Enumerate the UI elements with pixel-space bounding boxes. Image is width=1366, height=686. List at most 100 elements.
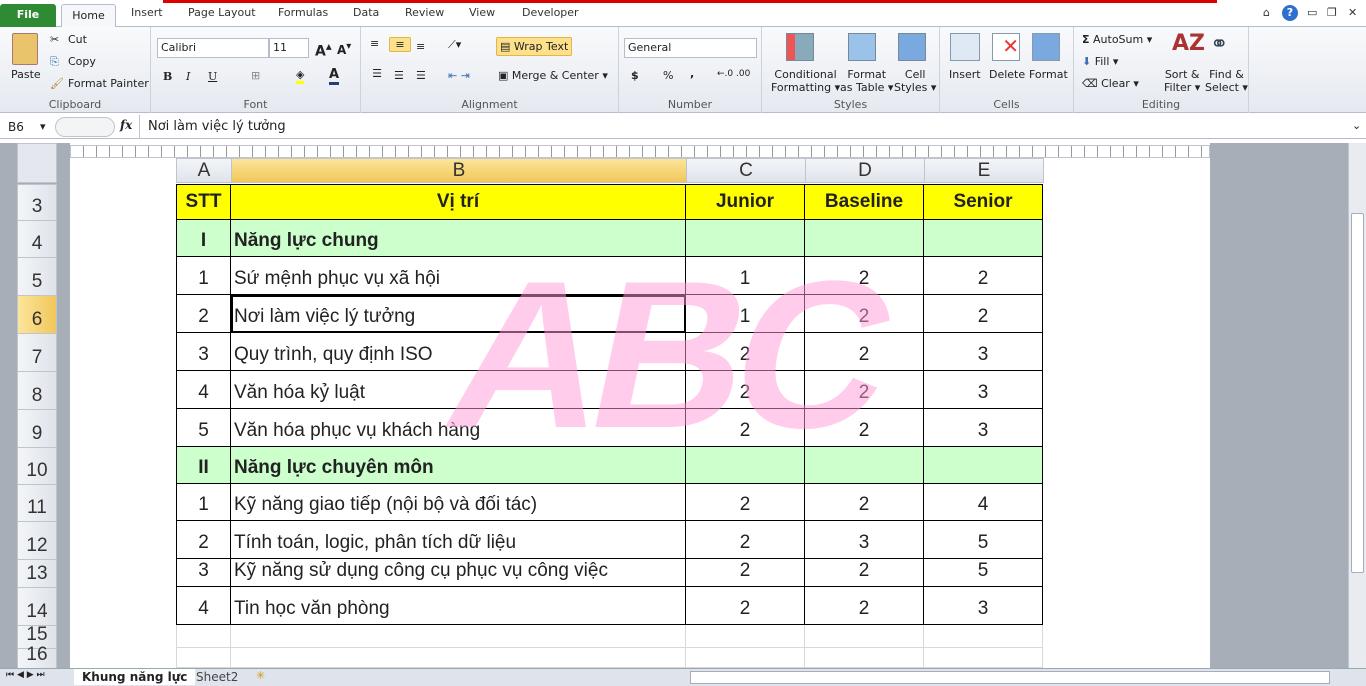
tab-review[interactable]: Review (405, 6, 444, 19)
name-box-dropdown-icon[interactable]: ▾ (40, 120, 46, 133)
select-all-button[interactable] (17, 143, 57, 183)
cell-c14[interactable]: 2 (686, 587, 805, 625)
column-header-b[interactable]: B (231, 158, 687, 183)
fill-button[interactable]: ⬇ Fill ▾ (1082, 55, 1118, 68)
row-header-7[interactable]: 7 (17, 333, 57, 372)
cell-a16[interactable] (176, 648, 231, 668)
cell-b4[interactable]: Năng lực chung (231, 220, 686, 257)
cell-d8[interactable]: 2 (805, 371, 924, 409)
align-top-icon[interactable]: ≡ (370, 37, 379, 50)
align-left-icon[interactable]: ☰ (365, 67, 389, 89)
row-header-11[interactable]: 11 (17, 484, 57, 522)
grow-font-icon[interactable]: A▴ (315, 39, 332, 60)
tab-view[interactable]: View (469, 6, 495, 19)
cell-a11[interactable]: 1 (176, 484, 231, 521)
cell-a14[interactable]: 4 (176, 587, 231, 625)
tab-insert[interactable]: Insert (131, 6, 163, 19)
cell-b7[interactable]: Quy trình, quy định ISO (231, 333, 686, 371)
cell-c8[interactable]: 2 (686, 371, 805, 409)
cell-d15[interactable] (805, 625, 924, 648)
close-window-icon[interactable]: ✕ (1348, 6, 1357, 19)
cell-d5[interactable]: 2 (805, 257, 924, 295)
sheet-tab-khung-nang-luc[interactable]: Khung năng lực (74, 669, 196, 685)
cell-b10[interactable]: Năng lực chuyên môn (231, 447, 686, 484)
vertical-scrollbar[interactable] (1348, 143, 1366, 668)
formula-input[interactable]: Nơi làm việc lý tưởng (139, 115, 1348, 139)
active-cell-b6[interactable]: Nơi làm việc lý tưởng (231, 295, 686, 333)
sort-filter-button[interactable]: Sort & Filter ▾ (1164, 68, 1200, 94)
format-as-table-icon[interactable] (848, 33, 876, 61)
column-header-d[interactable]: D (805, 158, 925, 183)
cell-d10[interactable] (805, 447, 924, 484)
cell-styles-icon[interactable] (898, 33, 926, 61)
cell-d6[interactable]: 2 (805, 295, 924, 333)
expand-formula-bar-icon[interactable]: ⌄ (1352, 119, 1361, 132)
cell-e15[interactable] (924, 625, 1043, 648)
cell-b3[interactable]: Vị trí (231, 184, 686, 220)
align-middle-icon[interactable]: ≡ (389, 37, 411, 52)
cell-b11[interactable]: Kỹ năng giao tiếp (nội bộ và đối tác) (231, 484, 686, 521)
cell-a7[interactable]: 3 (176, 333, 231, 371)
align-center-icon[interactable]: ☰ (394, 69, 404, 82)
cell-e14[interactable]: 3 (924, 587, 1043, 625)
tab-formulas[interactable]: Formulas (278, 6, 328, 19)
cell-b16[interactable] (231, 648, 686, 668)
cell-c13[interactable]: 2 (686, 559, 805, 587)
cell-b8[interactable]: Văn hóa kỷ luật (231, 371, 686, 409)
font-name-select[interactable]: Calibri (157, 38, 269, 58)
cell-e6[interactable]: 2 (924, 295, 1043, 333)
cell-d3[interactable]: Baseline (805, 184, 924, 220)
orientation-icon[interactable]: ⟋▾ (448, 38, 461, 52)
column-header-e[interactable]: E (924, 158, 1044, 183)
tab-file[interactable]: File (0, 4, 56, 27)
format-button[interactable]: Format (1029, 68, 1068, 81)
format-painter-icon[interactable]: 🖌 (50, 77, 64, 90)
insert-function-button[interactable]: fx (120, 118, 132, 132)
cell-a10[interactable]: II (176, 447, 231, 484)
borders-icon[interactable]: ⊞ (251, 69, 260, 82)
number-format-select[interactable]: General (624, 38, 757, 58)
formula-bar-handle[interactable] (55, 117, 115, 137)
cell-d9[interactable]: 2 (805, 409, 924, 447)
cell-b5[interactable]: Sứ mệnh phục vụ xã hội (231, 257, 686, 295)
wrap-text-button[interactable]: ▤ Wrap Text (496, 37, 573, 56)
cell-b14[interactable]: Tin học văn phòng (231, 587, 686, 625)
minimize-window-icon[interactable]: ▭ (1307, 6, 1317, 19)
fill-color-icon[interactable]: ◈ (296, 68, 305, 84)
insert-cells-icon[interactable] (950, 33, 980, 61)
bold-button[interactable]: B (163, 70, 172, 83)
clear-button[interactable]: ⌫ Clear ▾ (1082, 77, 1139, 90)
binoculars-icon[interactable]: ⚭ (1210, 32, 1228, 57)
shrink-font-icon[interactable]: A▾ (337, 41, 351, 57)
cell-c11[interactable]: 2 (686, 484, 805, 521)
cut-button[interactable]: Cut (68, 33, 87, 46)
vertical-scroll-thumb[interactable] (1351, 213, 1364, 573)
find-select-button[interactable]: Find & Select ▾ (1205, 68, 1248, 94)
cell-e8[interactable]: 3 (924, 371, 1043, 409)
cell-d13[interactable]: 2 (805, 559, 924, 587)
column-header-a[interactable]: A (176, 158, 232, 183)
comma-button[interactable]: , (690, 67, 694, 80)
cell-a3[interactable]: STT (176, 184, 231, 220)
cell-e7[interactable]: 3 (924, 333, 1043, 371)
format-cells-icon[interactable] (1032, 33, 1060, 61)
format-painter-button[interactable]: Format Painter (68, 77, 149, 90)
cell-a4[interactable]: I (176, 220, 231, 257)
row-header-12[interactable]: 12 (17, 521, 57, 560)
row-header-8[interactable]: 8 (17, 371, 57, 410)
conditional-formatting-icon[interactable] (786, 33, 814, 61)
cell-c7[interactable]: 2 (686, 333, 805, 371)
cell-b12[interactable]: Tính toán, logic, phân tích dữ liệu (231, 521, 686, 559)
horizontal-scrollbar[interactable] (690, 671, 1330, 684)
row-header-4[interactable]: 4 (17, 220, 57, 258)
percent-button[interactable]: % (663, 69, 673, 82)
cell-b13[interactable]: Kỹ năng sử dụng công cụ phục vụ công việ… (231, 559, 686, 587)
row-header-16[interactable]: 16 (17, 644, 57, 669)
row-header-14[interactable]: 14 (17, 587, 57, 626)
font-color-icon[interactable]: A (329, 67, 340, 85)
cell-e5[interactable]: 2 (924, 257, 1043, 295)
name-box[interactable]: B6 (8, 120, 24, 134)
underline-button[interactable]: U (208, 70, 217, 83)
cut-icon[interactable]: ✂ (50, 33, 59, 46)
indent-icons[interactable]: ⇤ ⇥ (448, 69, 470, 82)
